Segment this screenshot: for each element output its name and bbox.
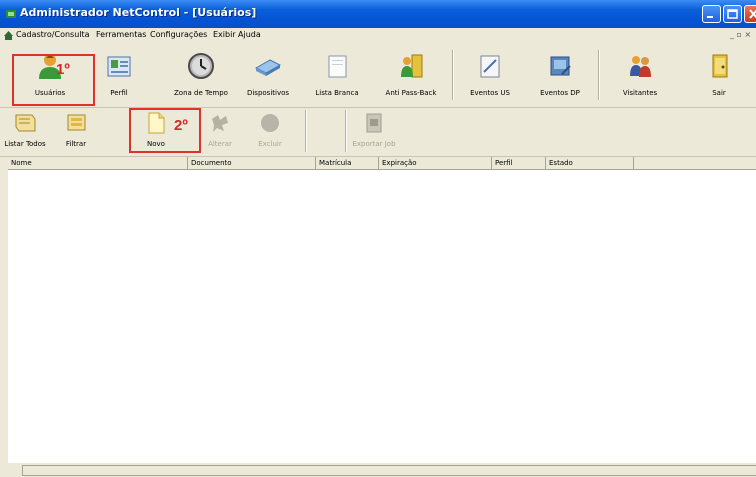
sub-toolbar: Listar Todos Filtrar Novo Alterar Exclui… — [0, 108, 756, 157]
toolbar-dispositivos-button[interactable]: Dispositivos — [238, 48, 298, 102]
close-icon — [749, 9, 756, 19]
filtrar-label: Filtrar — [65, 140, 87, 148]
window-title: Administrador NetControl - [Usuários] — [20, 6, 257, 19]
subtoolbar-separator — [305, 110, 307, 152]
toolbar-eventos-us-button[interactable]: Eventos US — [460, 48, 520, 102]
toolbar-anti-passback-label: Anti Pass-Back — [385, 89, 437, 97]
status-pane — [22, 465, 756, 476]
list-all-icon — [15, 114, 36, 132]
left-edge — [0, 157, 8, 477]
subtoolbar-separator — [345, 110, 347, 152]
toolbar-perfil-button[interactable]: Perfil — [94, 48, 144, 102]
menu-cadastro-consulta[interactable]: Cadastro/Consulta — [16, 30, 90, 39]
column-estado[interactable]: Estado — [546, 157, 634, 169]
menu-bar: Cadastro/Consulta Ferramentas Configuraç… — [0, 28, 756, 44]
events-dp-icon — [550, 56, 571, 76]
step1-highlight — [12, 54, 95, 106]
excluir-label: Excluir — [258, 140, 282, 148]
menu-configuracoes[interactable]: Configurações — [150, 30, 207, 39]
menu-exibir[interactable]: Exibir — [213, 30, 236, 39]
toolbar-perfil-label: Perfil — [110, 89, 128, 97]
toolbar-visitantes-button[interactable]: Visitantes — [610, 48, 670, 102]
toolbar-eventos-dp-button[interactable]: Eventos DP — [530, 48, 590, 102]
minimize-button[interactable] — [702, 5, 721, 23]
step1-label: 1º — [56, 61, 70, 78]
restore-icon — [727, 9, 738, 19]
toolbar-zona-de-tempo-button[interactable]: Zona de Tempo — [170, 48, 232, 102]
step2-label: 2º — [174, 117, 188, 134]
close-button[interactable] — [744, 5, 756, 23]
status-bar — [0, 463, 756, 477]
toolbar-zona-de-tempo-label: Zona de Tempo — [174, 89, 228, 97]
toolbar-anti-passback-button[interactable]: Anti Pass-Back — [378, 48, 444, 102]
whitelist-icon — [328, 55, 347, 78]
toolbar-separator — [452, 50, 454, 100]
column-perfil[interactable]: Perfil — [492, 157, 546, 169]
toolbar-dispositivos-label: Dispositivos — [246, 89, 290, 97]
toolbar-sair-button[interactable]: Sair — [694, 48, 744, 102]
toolbar-eventos-dp-label: Eventos DP — [540, 89, 580, 97]
delete-icon — [261, 114, 279, 132]
toolbar-visitantes-label: Visitantes — [622, 89, 658, 97]
toolbar-eventos-us-label: Eventos US — [470, 89, 510, 97]
column-nome[interactable]: Nome — [8, 157, 188, 169]
toolbar-lista-branca-label: Lista Branca — [315, 89, 359, 97]
toolbar-lista-branca-button[interactable]: Lista Branca — [308, 48, 366, 102]
export-icon — [366, 113, 382, 133]
listar-todos-label: Listar Todos — [4, 140, 46, 148]
anti-passback-icon — [401, 54, 423, 78]
exportar-job-button[interactable]: Exportar Job — [350, 110, 398, 154]
column-expiracao[interactable]: Expiração — [379, 157, 492, 169]
app-icon — [6, 10, 16, 18]
profile-card-icon — [107, 56, 131, 77]
visitors-icon — [630, 56, 651, 77]
minimize-icon — [707, 16, 713, 18]
title-bar[interactable]: Administrador NetControl - [Usuários] — [0, 0, 756, 28]
toolbar-sair-label: Sair — [712, 89, 726, 97]
document-window-icon[interactable] — [4, 31, 13, 40]
column-matricula[interactable]: Matrícula — [316, 157, 379, 169]
main-toolbar: Usuários Perfil Zona de Tempo Dispositiv… — [0, 44, 756, 108]
edit-icon — [212, 115, 228, 132]
column-documento[interactable]: Documento — [188, 157, 316, 169]
toolbar-separator — [598, 50, 600, 100]
exit-door-icon — [712, 54, 728, 78]
users-list[interactable] — [8, 170, 756, 463]
menu-ferramentas[interactable]: Ferramentas — [96, 30, 146, 39]
mdi-window-controls[interactable]: _ ▫ × — [730, 30, 751, 39]
excluir-button[interactable]: Excluir — [250, 110, 290, 154]
exportar-job-label: Exportar Job — [352, 140, 396, 148]
listar-todos-button[interactable]: Listar Todos — [2, 110, 48, 154]
device-icon — [254, 59, 282, 76]
filter-icon — [67, 114, 86, 131]
table-header: Nome Documento Matrícula Expiração Perfi… — [8, 157, 756, 170]
step2-highlight — [129, 108, 201, 153]
events-us-icon — [480, 55, 500, 78]
alterar-label: Alterar — [208, 140, 232, 148]
clock-icon — [188, 53, 214, 79]
menu-ajuda[interactable]: Ajuda — [238, 30, 261, 39]
maximize-button[interactable] — [723, 5, 742, 23]
application-window: Administrador NetControl - [Usuários] Ca… — [0, 0, 756, 477]
filtrar-button[interactable]: Filtrar — [56, 110, 96, 154]
alterar-button[interactable]: Alterar — [200, 110, 240, 154]
